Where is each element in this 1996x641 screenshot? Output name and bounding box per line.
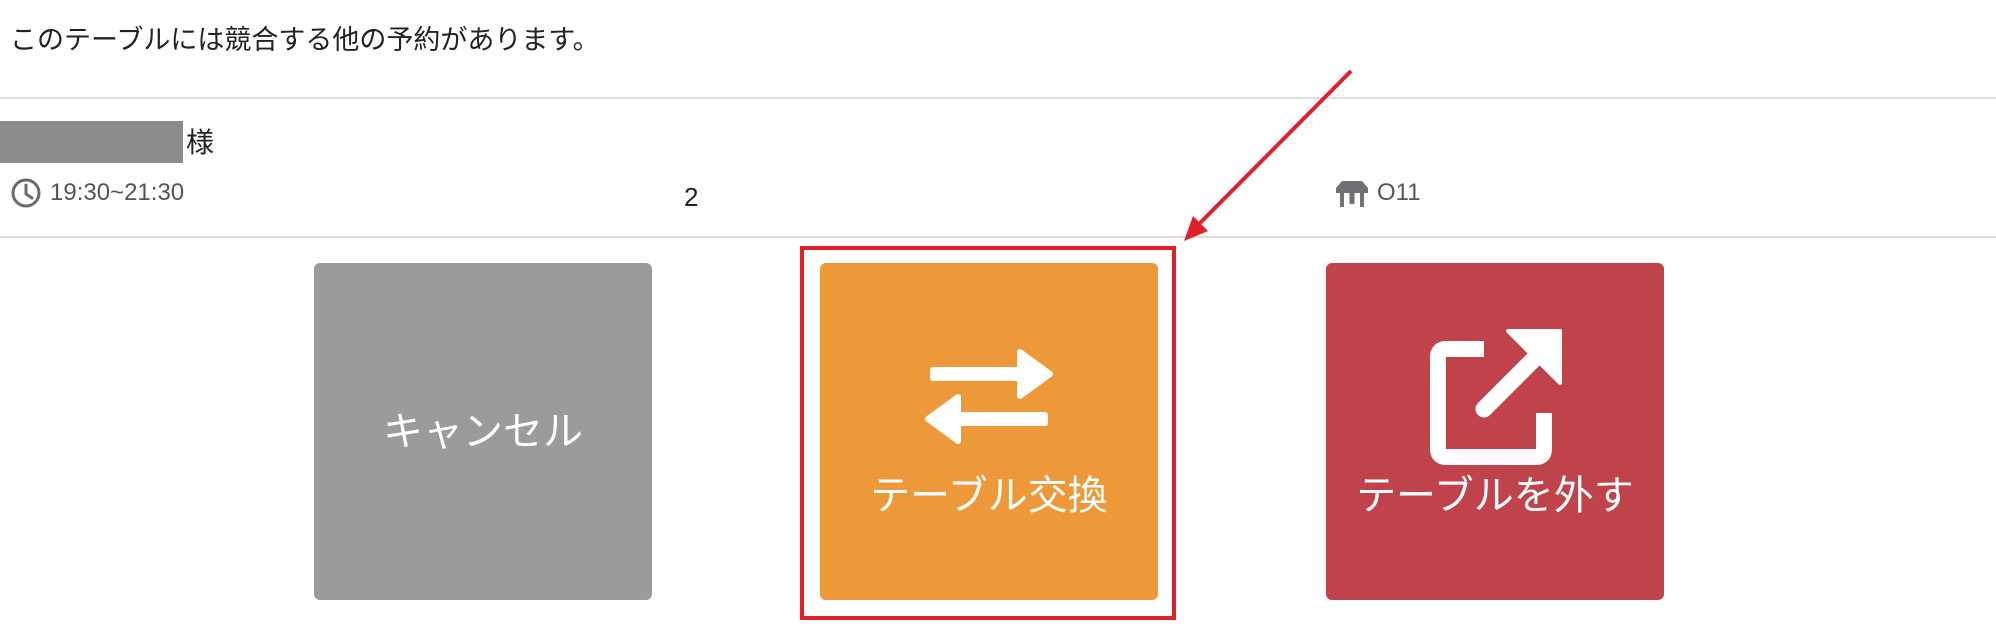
annotation-arrow [1184,69,1353,241]
